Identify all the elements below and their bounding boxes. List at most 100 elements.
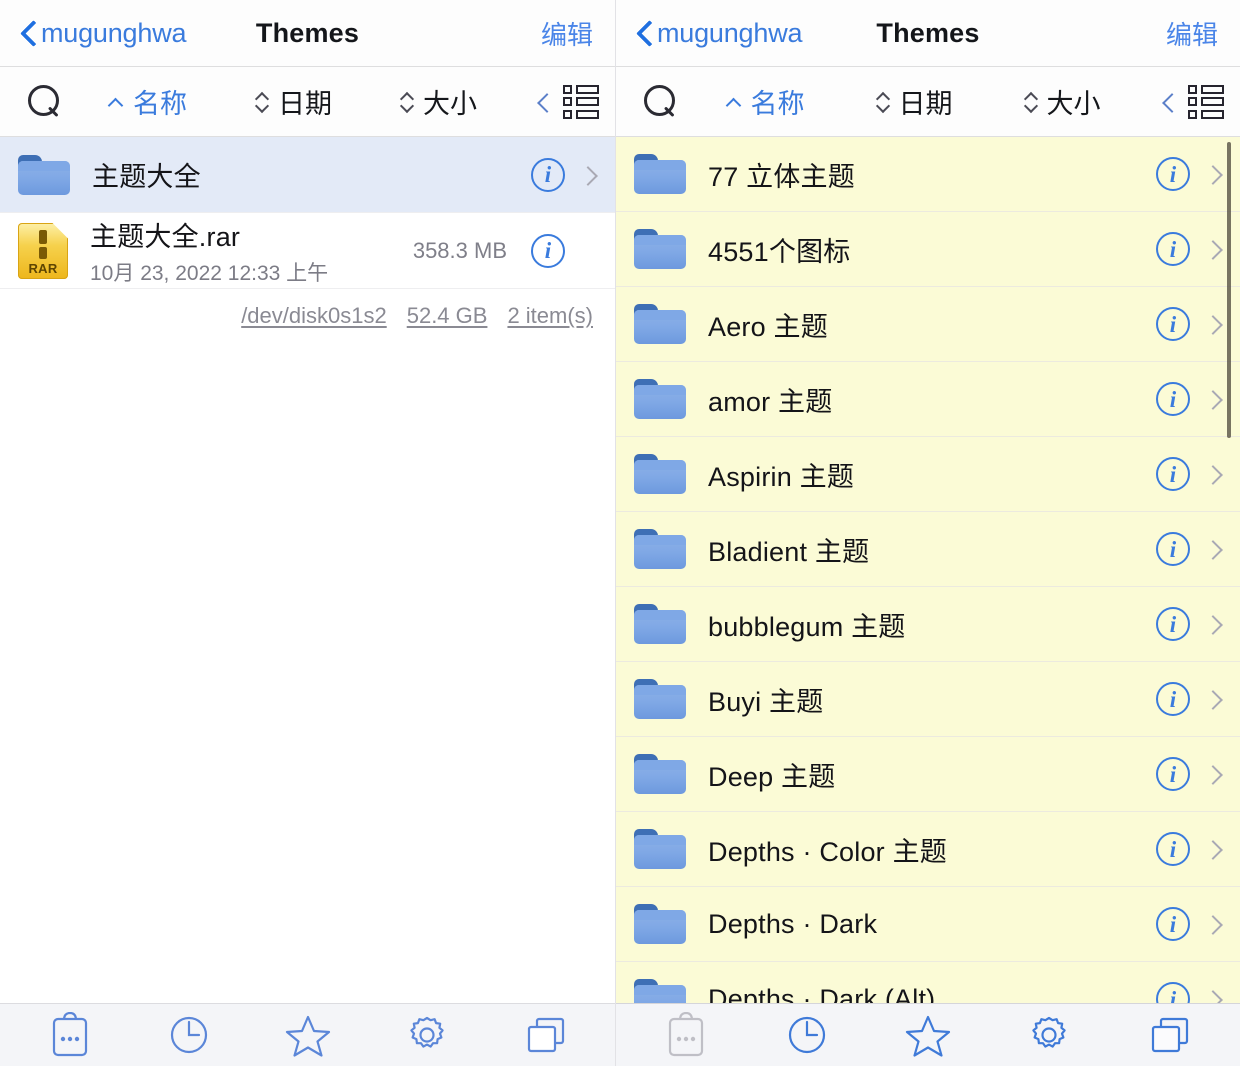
clipboard-icon[interactable]	[40, 1010, 100, 1060]
right-edit-button[interactable]: 编辑	[1166, 15, 1218, 52]
left-sort-size[interactable]: 大小	[400, 82, 477, 121]
right-item-4-text: Aspirin 主题	[708, 455, 1150, 494]
right-sort-name[interactable]: 名称	[726, 82, 805, 121]
left-toolbar	[0, 1003, 615, 1066]
list-item[interactable]: 主题大全 i	[0, 137, 615, 213]
list-view-icon[interactable]	[563, 84, 599, 119]
info-icon[interactable]: i	[531, 233, 565, 268]
list-item[interactable]: Aspirin 主题 i	[616, 437, 1240, 512]
list-item-name: Depths · Dark (Alt)	[708, 983, 936, 1004]
right-item-6-text: bubblegum 主题	[708, 605, 1150, 644]
chevron-right-icon[interactable]	[1202, 686, 1224, 712]
chevron-right-icon[interactable]	[1202, 611, 1224, 637]
gear-icon[interactable]	[397, 1010, 457, 1060]
chevron-left-icon[interactable]	[537, 90, 551, 114]
info-icon[interactable]: i	[1156, 832, 1190, 866]
list-item-name: 主题大全	[92, 162, 201, 192]
list-item[interactable]: Depths · Dark (Alt) i	[616, 962, 1240, 1003]
info-icon[interactable]: i	[1156, 532, 1190, 566]
gear-icon[interactable]	[1019, 1010, 1079, 1060]
list-item-name: Aspirin 主题	[708, 461, 855, 492]
windows-icon[interactable]	[1140, 1010, 1200, 1060]
folder-icon	[634, 304, 686, 344]
right-sort-date-label: 日期	[898, 89, 953, 119]
chevron-right-icon[interactable]	[1202, 311, 1224, 337]
list-item[interactable]: Bladient 主题 i	[616, 512, 1240, 587]
star-icon[interactable]	[898, 1010, 958, 1060]
chevron-right-icon[interactable]	[577, 162, 599, 188]
right-sort-date[interactable]: 日期	[876, 82, 953, 121]
chevron-right-icon[interactable]	[1202, 761, 1224, 787]
chevron-right-icon[interactable]	[1202, 461, 1224, 487]
right-search-button[interactable]	[632, 84, 690, 119]
info-icon[interactable]: i	[1156, 232, 1190, 266]
folder-icon	[634, 979, 686, 1003]
folder-icon	[634, 229, 686, 269]
left-search-button[interactable]	[16, 84, 74, 119]
info-icon[interactable]: i	[531, 157, 565, 192]
chevron-right-icon[interactable]	[1202, 836, 1224, 862]
left-sort-date[interactable]: 日期	[255, 82, 332, 121]
caret-updown-icon	[876, 87, 890, 117]
list-item-name: Aero 主题	[708, 311, 828, 342]
clock-icon[interactable]	[159, 1010, 219, 1060]
right-item-9-text: Depths · Color 主题	[708, 830, 1150, 869]
info-icon[interactable]: i	[1156, 607, 1190, 641]
list-item[interactable]: Aero 主题 i	[616, 287, 1240, 362]
chevron-right-icon[interactable]	[1202, 161, 1224, 187]
star-icon[interactable]	[278, 1010, 338, 1060]
chevron-left-icon[interactable]	[1162, 90, 1176, 114]
list-item-name: Depths · Color 主题	[708, 836, 947, 867]
right-item-1-text: 4551个图标	[708, 230, 1150, 269]
right-back-button[interactable]: mugunghwa	[638, 17, 803, 49]
left-sort-size-label: 大小	[423, 89, 477, 119]
vertical-scrollbar[interactable]	[1227, 142, 1231, 438]
right-back-label: mugunghwa	[657, 17, 803, 48]
left-file-list[interactable]: 主题大全 i RAR 主题大全.rar 10月 23, 2022 12:33 上…	[0, 137, 615, 1003]
chevron-right-icon[interactable]	[1202, 911, 1224, 937]
list-item[interactable]: Buyi 主题 i	[616, 662, 1240, 737]
list-item[interactable]: amor 主题 i	[616, 362, 1240, 437]
info-icon[interactable]: i	[1156, 457, 1190, 491]
left-edit-button[interactable]: 编辑	[541, 15, 593, 52]
chevron-right-icon[interactable]	[1202, 236, 1224, 262]
chevron-right-icon[interactable]	[1202, 986, 1224, 1003]
right-sortbar: 名称 日期 大小	[616, 67, 1240, 137]
list-item[interactable]: 4551个图标 i	[616, 212, 1240, 287]
info-icon[interactable]: i	[1156, 907, 1190, 941]
search-icon	[644, 84, 678, 119]
left-pane: mugunghwa Themes 编辑 名称 日期 大小 主题大全 i RAR …	[0, 0, 615, 1066]
info-icon[interactable]: i	[1156, 157, 1190, 191]
windows-icon[interactable]	[516, 1010, 576, 1060]
right-item-8-text: Deep 主题	[708, 755, 1150, 794]
caret-up-icon	[108, 97, 124, 106]
right-sort-size[interactable]: 大小	[1024, 82, 1101, 121]
split-file-browser: mugunghwa Themes 编辑 名称 日期 大小 主题大全 i RAR …	[0, 0, 1240, 1066]
caret-updown-icon	[255, 87, 269, 117]
clock-icon[interactable]	[777, 1010, 837, 1060]
info-icon[interactable]: i	[1156, 757, 1190, 791]
folder-icon	[18, 154, 70, 195]
list-item[interactable]: bubblegum 主题 i	[616, 587, 1240, 662]
right-toolbar	[616, 1003, 1240, 1066]
list-item[interactable]: Deep 主题 i	[616, 737, 1240, 812]
list-item[interactable]: RAR 主题大全.rar 10月 23, 2022 12:33 上午 358.3…	[0, 213, 615, 289]
list-item[interactable]: Depths · Color 主题 i	[616, 812, 1240, 887]
chevron-right-icon[interactable]	[1202, 386, 1224, 412]
list-item-name: bubblegum 主题	[708, 611, 906, 642]
list-item[interactable]: Depths · Dark i	[616, 887, 1240, 962]
info-icon[interactable]: i	[1156, 307, 1190, 341]
chevron-right-icon[interactable]	[1202, 536, 1224, 562]
list-item[interactable]: 77 立体主题 i	[616, 137, 1240, 212]
right-file-list[interactable]: 77 立体主题 i 4551个图标 i Aero 主题 i amor 主题 i Aspirin …	[616, 137, 1240, 1003]
right-navbar: mugunghwa Themes 编辑	[616, 0, 1240, 67]
info-icon[interactable]: i	[1156, 982, 1190, 1003]
info-icon[interactable]: i	[1156, 382, 1190, 416]
info-icon[interactable]: i	[1156, 682, 1190, 716]
left-back-button[interactable]: mugunghwa	[22, 18, 187, 49]
right-view-group	[1136, 84, 1224, 119]
rar-icon-label: RAR	[28, 260, 58, 276]
left-sort-name[interactable]: 名称	[108, 82, 187, 121]
list-view-icon[interactable]	[1188, 84, 1224, 119]
folder-icon	[634, 679, 686, 719]
